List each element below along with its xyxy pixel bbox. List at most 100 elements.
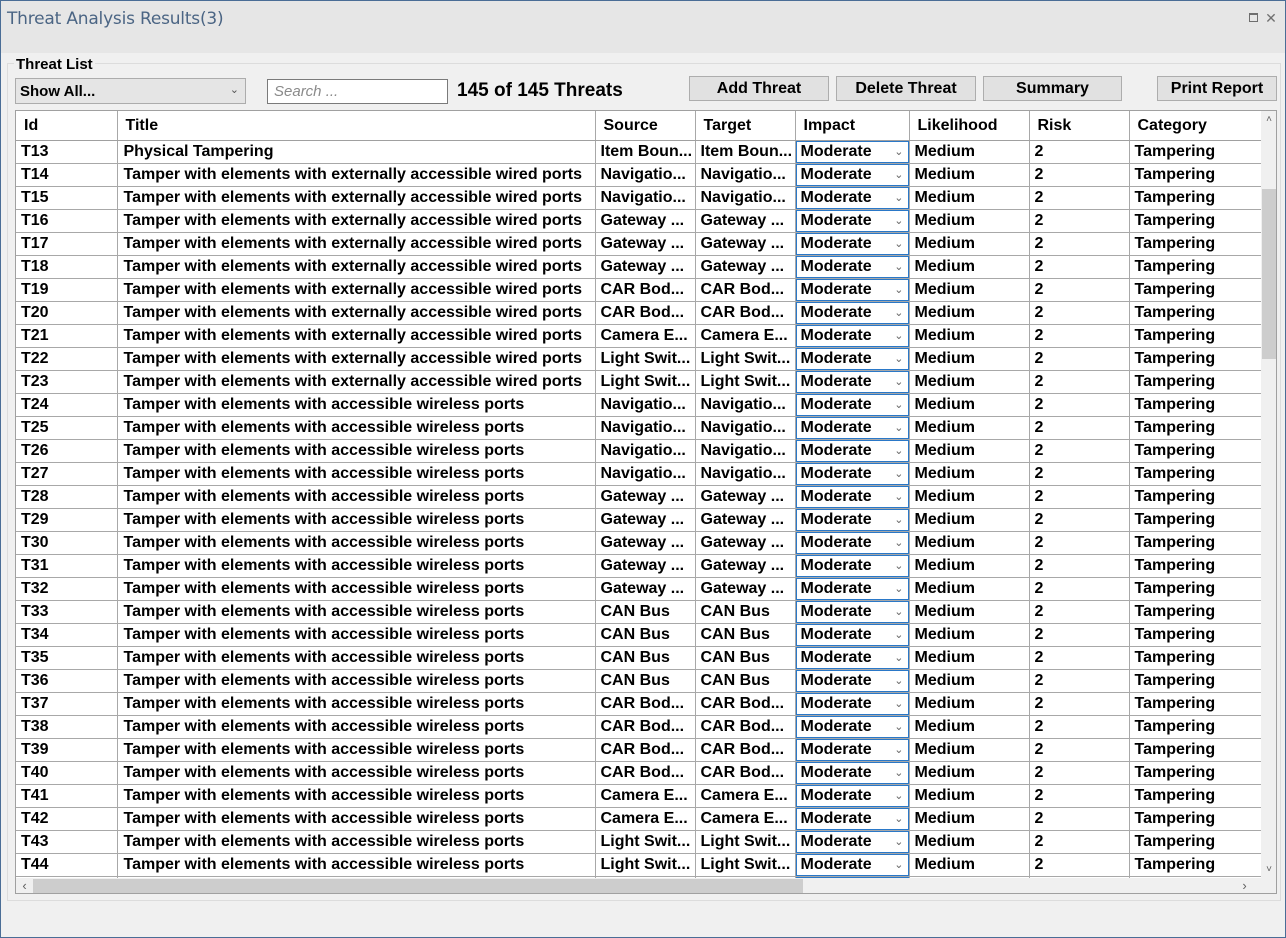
impact-dropdown[interactable]: Moderate ⌄: [795, 301, 908, 323]
cell-risk[interactable]: 2: [1029, 554, 1130, 578]
cell-id[interactable]: T20: [16, 301, 118, 325]
cell-likelihood[interactable]: Medium: [909, 830, 1030, 854]
cell-risk[interactable]: 2: [1029, 347, 1130, 371]
cell-risk[interactable]: 2: [1029, 646, 1130, 670]
cell-source[interactable]: CAR Bod...: [595, 738, 696, 762]
cell-category[interactable]: Tampering: [1129, 761, 1261, 785]
cell-id[interactable]: T41: [16, 784, 118, 808]
cell-target[interactable]: Gateway ...: [695, 485, 796, 509]
cell-target[interactable]: CAN Bus: [695, 646, 796, 670]
cell-target[interactable]: Gateway ...: [695, 232, 796, 256]
cell-target[interactable]: Gateway ...: [695, 531, 796, 555]
cell-id[interactable]: T44: [16, 853, 118, 877]
cell-category[interactable]: Tampering: [1129, 347, 1261, 371]
cell-risk[interactable]: 2: [1029, 140, 1130, 164]
cell-likelihood[interactable]: Medium: [909, 255, 1030, 279]
cell-risk[interactable]: 2: [1029, 577, 1130, 601]
cell-risk[interactable]: 2: [1029, 324, 1130, 348]
delete-threat-button[interactable]: Delete Threat: [836, 76, 976, 101]
table-row[interactable]: T14 Tamper with elements with externally …: [16, 163, 1261, 187]
cell-source[interactable]: CAR Bod...: [595, 692, 696, 716]
cell-source[interactable]: CAR Bod...: [595, 761, 696, 785]
cell-title[interactable]: Tamper with elements with externally acc…: [117, 324, 596, 348]
cell-target[interactable]: CAR Bod...: [695, 715, 796, 739]
cell-title[interactable]: Tamper with elements with accessible wir…: [117, 508, 596, 532]
cell-likelihood[interactable]: Medium: [909, 140, 1030, 164]
cell-category[interactable]: Tampering: [1129, 255, 1261, 279]
cell-title[interactable]: Tamper with elements with externally acc…: [117, 232, 596, 256]
cell-risk[interactable]: 2: [1029, 853, 1130, 877]
cell-risk[interactable]: 2: [1029, 278, 1130, 302]
impact-dropdown[interactable]: Moderate ⌄: [795, 278, 908, 300]
cell-category[interactable]: Tampering: [1129, 485, 1261, 509]
cell-target[interactable]: CAN Bus: [695, 600, 796, 624]
horizontal-scroll-thumb[interactable]: [33, 879, 803, 893]
impact-dropdown[interactable]: Moderate ⌄: [795, 324, 908, 346]
table-row[interactable]: T26 Tamper with elements with accessible …: [16, 439, 1261, 463]
cell-source[interactable]: Item Boun...: [595, 140, 696, 164]
impact-dropdown[interactable]: Moderate ⌄: [795, 853, 908, 875]
cell-source[interactable]: CAN Bus: [595, 623, 696, 647]
cell-category[interactable]: Tampering: [1129, 692, 1261, 716]
cell-risk[interactable]: 2: [1029, 163, 1130, 187]
cell-likelihood[interactable]: Medium: [909, 623, 1030, 647]
table-row[interactable]: T33 Tamper with elements with accessible …: [16, 600, 1261, 624]
cell-likelihood[interactable]: Medium: [909, 370, 1030, 394]
table-row[interactable]: T40 Tamper with elements with accessible …: [16, 761, 1261, 785]
cell-source[interactable]: CAR Bod...: [595, 301, 696, 325]
cell-id[interactable]: T29: [16, 508, 118, 532]
table-row[interactable]: T22 Tamper with elements with externally …: [16, 347, 1261, 371]
cell-title[interactable]: Tamper with elements with accessible wir…: [117, 646, 596, 670]
cell-title[interactable]: Tamper with elements with accessible wir…: [117, 416, 596, 440]
impact-dropdown[interactable]: Moderate ⌄: [795, 577, 908, 599]
cell-title[interactable]: Tamper with elements with externally acc…: [117, 278, 596, 302]
cell-target[interactable]: Light Swit...: [695, 370, 796, 394]
cell-id[interactable]: T43: [16, 830, 118, 854]
cell-target[interactable]: Light Swit...: [695, 830, 796, 854]
cell-category[interactable]: Tampering: [1129, 163, 1261, 187]
cell-target[interactable]: CAN Bus: [695, 669, 796, 693]
table-row[interactable]: T19 Tamper with elements with externally …: [16, 278, 1261, 302]
cell-id[interactable]: T40: [16, 761, 118, 785]
cell-target[interactable]: Item Boun...: [695, 140, 796, 164]
cell-target[interactable]: Gateway ...: [695, 554, 796, 578]
cell-source[interactable]: CAN Bus: [595, 600, 696, 624]
cell-risk[interactable]: 2: [1029, 600, 1130, 624]
scroll-down-icon[interactable]: ˅: [1261, 861, 1276, 878]
table-row[interactable]: T27 Tamper with elements with accessible …: [16, 462, 1261, 486]
cell-risk[interactable]: 2: [1029, 784, 1130, 808]
impact-dropdown[interactable]: Moderate ⌄: [795, 370, 908, 392]
impact-dropdown[interactable]: Moderate ⌄: [795, 416, 908, 438]
cell-title[interactable]: Tamper with elements with externally acc…: [117, 186, 596, 210]
cell-id[interactable]: T32: [16, 577, 118, 601]
table-row[interactable]: T42 Tamper with elements with accessible …: [16, 807, 1261, 831]
impact-dropdown[interactable]: Moderate ⌄: [795, 209, 908, 231]
cell-source[interactable]: Gateway ...: [595, 577, 696, 601]
cell-id[interactable]: T33: [16, 600, 118, 624]
impact-dropdown[interactable]: Moderate ⌄: [795, 715, 908, 737]
cell-category[interactable]: Tampering: [1129, 715, 1261, 739]
cell-likelihood[interactable]: Medium: [909, 715, 1030, 739]
cell-category[interactable]: Tampering: [1129, 623, 1261, 647]
cell-risk[interactable]: 2: [1029, 370, 1130, 394]
table-row[interactable]: T28 Tamper with elements with accessible …: [16, 485, 1261, 509]
cell-title[interactable]: Tamper with elements with accessible wir…: [117, 485, 596, 509]
cell-target[interactable]: Gateway ...: [695, 577, 796, 601]
cell-source[interactable]: CAN Bus: [595, 669, 696, 693]
cell-target[interactable]: Gateway ...: [695, 255, 796, 279]
table-row[interactable]: T31 Tamper with elements with accessible …: [16, 554, 1261, 578]
cell-target[interactable]: CAN Bus: [695, 623, 796, 647]
cell-target[interactable]: Navigatio...: [695, 186, 796, 210]
cell-id[interactable]: T35: [16, 646, 118, 670]
table-row[interactable]: T21 Tamper with elements with externally …: [16, 324, 1261, 348]
close-icon[interactable]: ✕: [1264, 11, 1278, 25]
impact-dropdown[interactable]: Moderate ⌄: [795, 830, 908, 852]
cell-id[interactable]: T26: [16, 439, 118, 463]
cell-source[interactable]: CAR Bod...: [595, 715, 696, 739]
cell-title[interactable]: Tamper with elements with externally acc…: [117, 163, 596, 187]
cell-risk[interactable]: 2: [1029, 830, 1130, 854]
table-row[interactable]: T13 Physical Tampering Item Boun... Item Bo…: [16, 140, 1261, 164]
cell-target[interactable]: Camera E...: [695, 324, 796, 348]
cell-title[interactable]: Tamper with elements with accessible wir…: [117, 531, 596, 555]
cell-category[interactable]: Tampering: [1129, 669, 1261, 693]
